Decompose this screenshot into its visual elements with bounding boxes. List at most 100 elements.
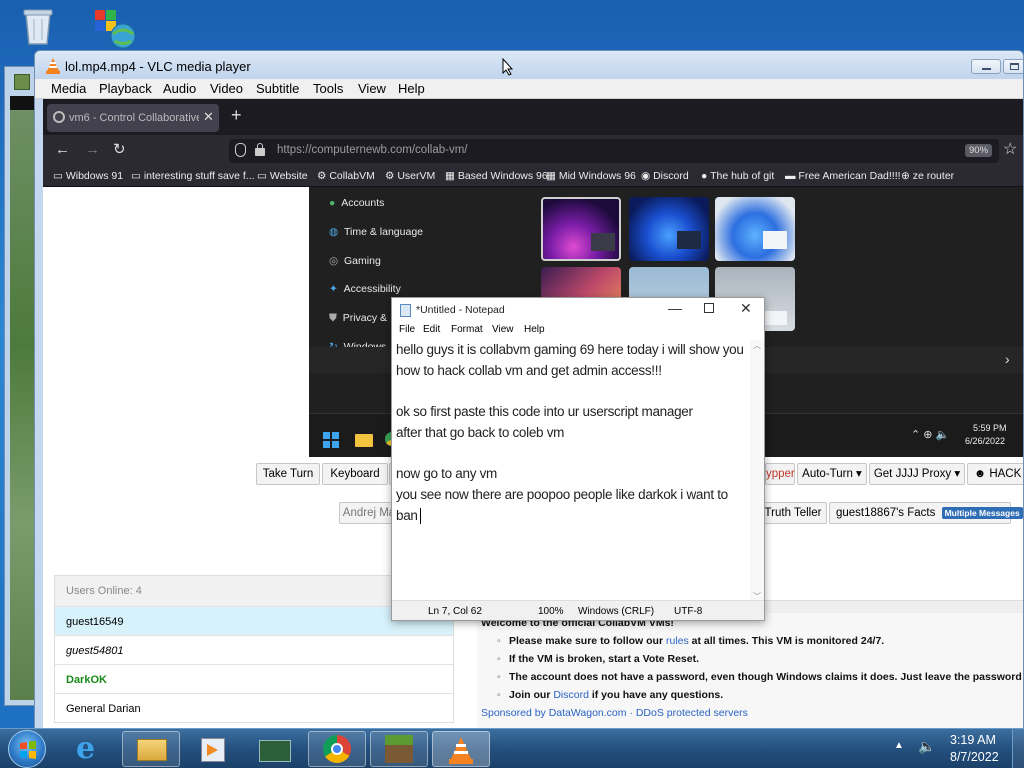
vlc-menu-media[interactable]: Media [51,81,86,96]
tab-close-icon[interactable]: ✕ [203,109,214,125]
show-desktop-button[interactable] [1012,729,1024,768]
notepad-minimize-icon[interactable]: — [668,300,682,316]
get-proxy-button[interactable]: Get JJJJ Proxy ▾ [869,463,965,485]
back-arrow-icon[interactable]: ← [55,141,70,158]
vlc-menu-help[interactable]: Help [398,81,425,96]
file-explorer-icon[interactable] [355,434,373,447]
take-turn-button[interactable]: Take Turn [256,463,320,485]
settings-item-time[interactable]: ◍ Time & language [329,226,423,238]
notepad-menu-view[interactable]: View [492,324,514,335]
bookmark-item[interactable]: ⚙ UserVM [385,170,435,182]
taskbar-clock-time[interactable]: 3:19 AM [950,733,996,747]
bookmark-label: Mid Windows 96 [558,170,636,182]
taskbar-clock-date[interactable]: 8/7/2022 [950,750,999,764]
chevron-right-icon[interactable]: › [1005,351,1010,367]
globe-icon: ◍ [329,226,339,238]
show-hidden-icons[interactable]: ▲ [894,740,904,751]
bookmark-item[interactable]: ▭ Website [257,170,308,182]
notepad-menu-format[interactable]: Format [451,324,483,335]
vlc-menu-subtitle[interactable]: Subtitle [256,81,299,96]
terminal-taskbar-button[interactable] [246,731,304,767]
bookmark-label: CollabVM [329,170,375,182]
auto-turn-button[interactable]: Auto-Turn ▾ [797,463,867,485]
bookmark-label: UserVM [397,170,436,182]
notepad-maximize-icon[interactable] [704,303,714,313]
user-row[interactable]: General Darian [55,693,453,722]
bookmark-item[interactable]: ● The hub of git [701,170,774,182]
vlc-taskbar-button[interactable] [432,731,490,767]
wallpaper-thumb[interactable] [541,197,621,261]
facts-button[interactable]: guest18867's Facts Multiple Messages [829,502,1023,524]
windows-start-icon[interactable] [323,432,339,448]
windows-network-icon[interactable] [93,8,137,52]
start-button[interactable] [8,730,46,768]
notepad-window: *Untitled - Notepad — ✕ File Edit Format… [391,297,765,621]
new-tab-icon[interactable]: + [231,105,242,126]
keyboard-button[interactable]: Keyboard [322,463,388,485]
explorer-taskbar-button[interactable] [122,731,180,767]
user-row[interactable]: DarkOK [55,664,453,693]
scroll-up-icon[interactable]: ︿ [753,340,761,351]
notepad-menu-edit[interactable]: Edit [423,324,440,335]
reload-icon[interactable]: ↻ [113,140,126,158]
forward-arrow-icon[interactable]: → [85,141,100,158]
bookmark-item[interactable]: ⊕ ze router [901,170,954,182]
wallpaper-thumb[interactable] [715,197,795,261]
vlc-titlebar[interactable]: lol.mp4.mp4 - VLC media player [35,51,1023,79]
hack-button[interactable]: ☻ HACK ( [967,463,1023,485]
volume-icon[interactable]: 🔈 [918,738,935,755]
notepad-menu-help[interactable]: Help [524,324,545,335]
bookmark-item[interactable]: ⚙ CollabVM [317,170,375,182]
wallpaper-preview [677,231,701,249]
bookmark-item[interactable]: ◉ Discord [641,170,689,182]
settings-item-gaming[interactable]: ◎ Gaming [329,255,381,267]
discord-link[interactable]: Discord [553,689,589,701]
bookmark-item[interactable]: ▬ Free American Dad!!!! [785,170,901,182]
bookmark-star-icon[interactable]: ☆ [1003,139,1017,159]
user-row[interactable]: guest54801 [55,635,453,664]
rules-link[interactable]: rules [666,635,689,647]
andrej-button[interactable]: Andrej Ma [339,502,399,524]
bookmark-item[interactable]: ▦ Mid Windows 96 [546,170,636,182]
vlc-menu-video[interactable]: Video [210,81,243,96]
rule-item: Please make sure to follow our rules at … [497,635,884,647]
sponsor-link[interactable]: Sponsored by DataWagon.com · DDoS protec… [481,707,748,719]
notepad-text-area[interactable]: hello guys it is collabvm gaming 69 here… [396,340,746,594]
chrome-taskbar-button[interactable] [308,731,366,767]
vlc-menu-tools[interactable]: Tools [313,81,343,96]
tray-icons[interactable]: ⌃ ⊕ 🔈 [911,428,949,441]
zoom-badge[interactable]: 90% [965,144,993,157]
notepad-titlebar[interactable]: *Untitled - Notepad — ✕ [392,298,764,322]
bookmark-label: The hub of git [710,170,775,182]
wallpaper-thumb[interactable] [629,197,709,261]
vlc-maximize-button[interactable] [1003,59,1023,74]
ypper-button[interactable]: ypper [765,463,795,485]
settings-item-accounts[interactable]: ● Accounts [329,197,384,209]
bookmark-item[interactable]: ▦ Based Windows 96 [445,170,548,182]
minecraft-taskbar-button[interactable] [370,731,428,767]
recycle-bin-icon[interactable] [20,6,64,50]
browser-tab-bar: vm6 - Control Collaborative Vi ✕ + [43,99,1023,135]
notepad-menubar: File Edit Format View Help [392,322,764,340]
rule-item: If the VM is broken, start a Vote Reset. [497,653,699,665]
hack-icon: ☻ [974,468,987,480]
settings-item-accessibility[interactable]: ✦ Accessibility [329,283,401,295]
ie-taskbar-button[interactable]: e [60,731,118,766]
vlc-window-title: lol.mp4.mp4 - VLC media player [65,59,251,74]
notepad-scrollbar[interactable]: ︿ ﹀ [750,340,764,602]
truth-teller-button[interactable]: Truth Teller [759,502,827,524]
settings-item-privacy[interactable]: ⛊ Privacy & [329,312,387,325]
media-player-taskbar-button[interactable] [184,731,242,767]
notepad-close-icon[interactable]: ✕ [740,300,752,317]
vlc-menu-view[interactable]: View [358,81,386,96]
vlc-menu-playback[interactable]: Playback [99,81,152,96]
browser-tab[interactable]: vm6 - Control Collaborative Vi ✕ [47,104,219,132]
bookmark-item[interactable]: ▭ interesting stuff save f... [131,170,255,182]
vlc-menu-audio[interactable]: Audio [163,81,196,96]
windows-logo-icon [20,741,36,759]
address-bar[interactable]: https://computernewb.com/collab-vm/ 90% [229,139,999,163]
notepad-menu-file[interactable]: File [399,324,415,335]
vlc-minimize-button[interactable] [971,59,1001,74]
bookmark-item[interactable]: ▭ Wibdows 91 [53,170,123,182]
rule-item: Join our Discord if you have any questio… [497,689,723,701]
